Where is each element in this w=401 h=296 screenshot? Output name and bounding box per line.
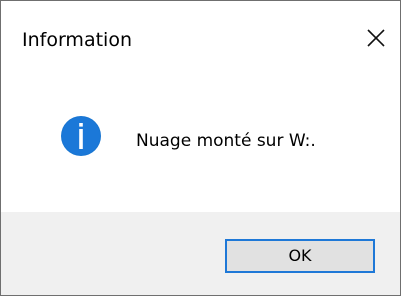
close-button[interactable]: [357, 19, 395, 57]
title-bar: Information: [1, 1, 400, 59]
close-icon: [367, 29, 385, 47]
information-icon: [61, 116, 101, 156]
dialog-title: Information: [22, 29, 132, 51]
dialog-content: Nuage monté sur W:.: [1, 59, 400, 212]
message-text: Nuage monté sur W:.: [136, 131, 316, 151]
button-bar: OK: [1, 212, 400, 295]
information-dialog: Information Nuage monté sur W:. OK: [0, 0, 401, 296]
ok-button[interactable]: OK: [225, 239, 375, 273]
